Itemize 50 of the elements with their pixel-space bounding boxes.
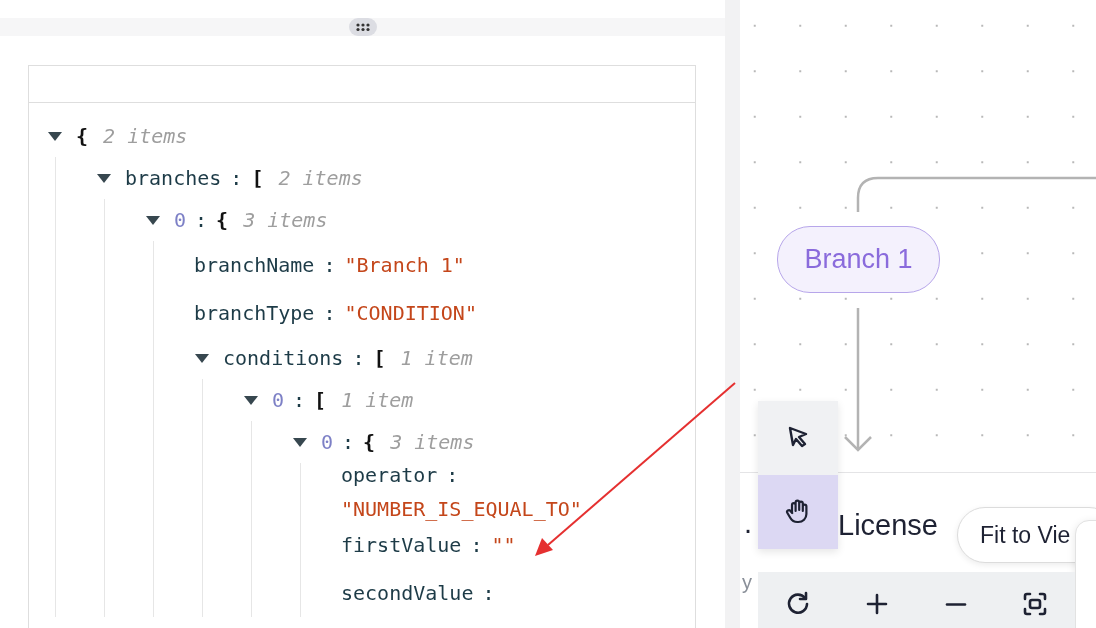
index-key: 0 — [321, 430, 334, 454]
collapse-triangle-icon[interactable] — [292, 436, 308, 448]
drag-handle-icon[interactable] — [348, 18, 377, 36]
collapse-triangle-icon[interactable] — [145, 214, 161, 226]
string-value: "NUMBER_IS_EQUAL_TO" — [341, 497, 582, 521]
property-key: secondValue — [341, 581, 474, 605]
colon: : — [195, 208, 208, 232]
string-value: "" — [491, 533, 516, 557]
string-value: "Branch 1" — [344, 253, 465, 277]
bracket: [ — [314, 388, 327, 412]
property-key: conditions — [223, 346, 344, 370]
collapse-triangle-icon[interactable] — [243, 394, 259, 406]
panel-text: . — [744, 507, 753, 540]
bracket: [ — [251, 166, 264, 190]
item-count: 2 items — [278, 166, 363, 190]
index-key: 0 — [174, 208, 187, 232]
branch-node[interactable]: Branch 1 — [777, 226, 940, 293]
item-count: 3 items — [390, 430, 475, 454]
property-key: branchName — [194, 253, 315, 277]
collapse-triangle-icon[interactable] — [47, 130, 63, 142]
colon: : — [352, 346, 365, 370]
pointer-tool-button[interactable] — [758, 401, 838, 475]
panel-title: License — [838, 509, 938, 542]
collapse-triangle-icon[interactable] — [194, 352, 210, 364]
collapse-triangle-icon[interactable] — [96, 172, 112, 184]
item-count: 1 item — [341, 388, 414, 412]
property-key: firstValue — [341, 533, 462, 557]
bracket: { — [216, 208, 229, 232]
index-key: 0 — [272, 388, 285, 412]
item-count: 1 item — [400, 346, 473, 370]
bracket: { — [76, 124, 89, 148]
colon: : — [446, 463, 459, 487]
property-key: branches — [125, 166, 222, 190]
panel-text: y — [742, 571, 752, 594]
item-count: 2 items — [103, 124, 188, 148]
item-count: 3 items — [243, 208, 328, 232]
string-value: "CONDITION" — [344, 301, 477, 325]
colon: : — [342, 430, 355, 454]
colon: : — [482, 581, 495, 605]
bracket: { — [363, 430, 376, 454]
property-key: operator — [341, 463, 438, 487]
colon: : — [323, 301, 336, 325]
colon: : — [470, 533, 483, 557]
colon: : — [293, 388, 306, 412]
colon: : — [323, 253, 336, 277]
colon: : — [230, 166, 243, 190]
property-key: branchType — [194, 301, 315, 325]
zoom-out-icon — [945, 601, 968, 607]
hand-tool-button[interactable] — [758, 475, 838, 549]
bracket: [ — [373, 346, 386, 370]
